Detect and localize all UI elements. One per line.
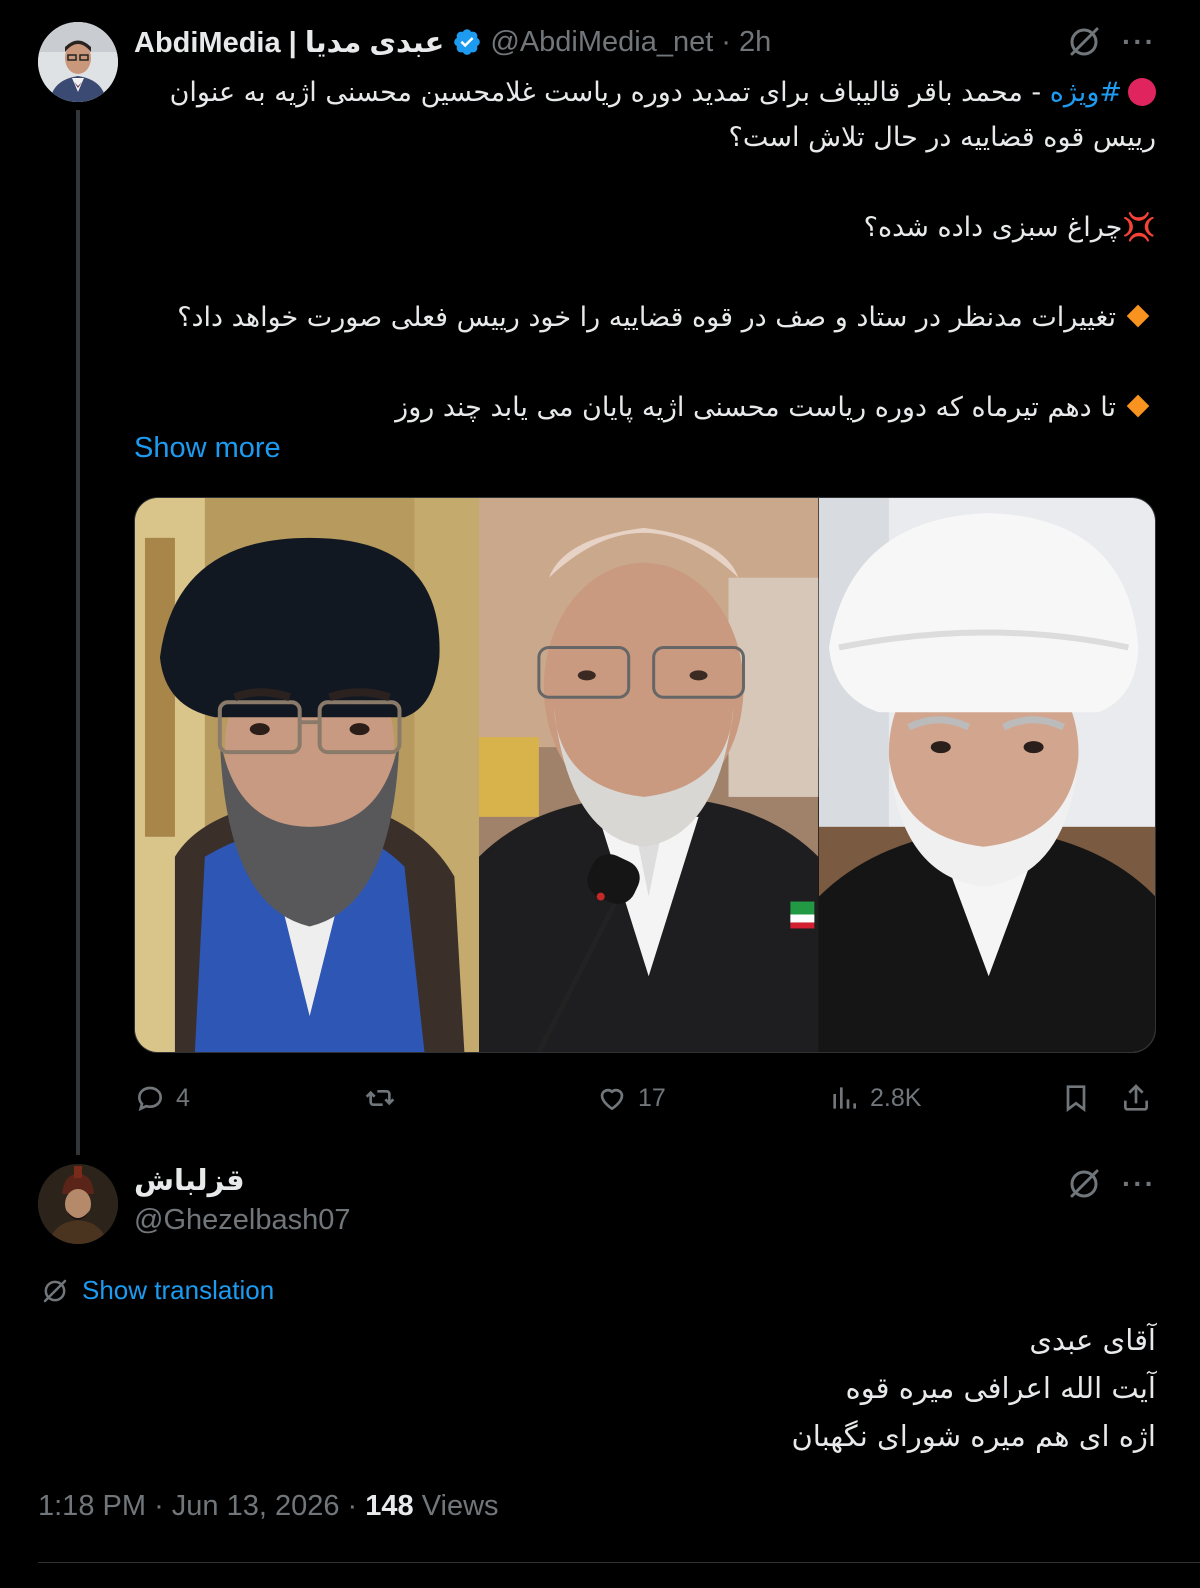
meta-separator: · xyxy=(154,1490,172,1522)
retweet-icon xyxy=(365,1090,395,1106)
reply-line-3: اژه ای هم میره شورای نگهبان xyxy=(791,1419,1156,1453)
show-translation-button[interactable]: Show translation xyxy=(40,1275,274,1306)
hashtag-link[interactable]: #ویژه xyxy=(1050,77,1122,108)
tweet-thread: AbdiMedia | عبدی مدیا @AbdiMedia_net · 2… xyxy=(0,0,1200,1588)
reply-date[interactable]: Jun 13, 2026 xyxy=(172,1490,340,1522)
more-dots-icon[interactable]: ··· xyxy=(1122,26,1156,58)
tweet-line-2: چراغ سبزی داده شده؟ xyxy=(863,212,1123,243)
separator-dot: · xyxy=(721,25,731,58)
author-display-name[interactable]: AbdiMedia | عبدی مدیا xyxy=(134,25,444,60)
photo-left-portrait xyxy=(135,498,480,1052)
photo-center-portrait xyxy=(479,498,819,1052)
like-count: 17 xyxy=(638,1083,666,1112)
tweet-action-bar: 4 17 2.8K xyxy=(134,1076,1156,1120)
reply-body: آقای عبدی آیت الله اعرافی میره قوه اژه ا… xyxy=(791,1316,1156,1460)
reply-line-2: آیت الله اعرافی میره قوه xyxy=(845,1371,1157,1405)
grok-icon[interactable] xyxy=(1066,24,1102,60)
orange-diamond-emoji-icon xyxy=(1126,304,1150,328)
orange-diamond-emoji-icon xyxy=(1126,394,1150,418)
like-button[interactable]: 17 xyxy=(596,1076,666,1120)
share-button[interactable] xyxy=(1120,1076,1152,1120)
heart-icon xyxy=(600,1088,624,1111)
reply-button[interactable]: 4 xyxy=(134,1076,190,1120)
tweet-media-image[interactable] xyxy=(134,497,1156,1053)
show-translation-label[interactable]: Show translation xyxy=(82,1275,274,1306)
reply-author-display-name[interactable]: قزلباش xyxy=(134,1163,245,1197)
view-count: 2.8K xyxy=(870,1083,922,1112)
analytics-bars-icon xyxy=(833,1087,856,1109)
thread-connector xyxy=(76,110,80,1155)
tweet-header: AbdiMedia | عبدی مدیا @AbdiMedia_net · 2… xyxy=(134,24,771,60)
more-options[interactable]: ··· xyxy=(1122,26,1156,58)
red-circle-emoji-icon xyxy=(1128,78,1156,106)
grok-icon[interactable] xyxy=(1066,1166,1102,1202)
tweet-line-1: - محمد باقر قالیباف برای تمدید دوره ریاس… xyxy=(169,77,1156,153)
tweet-line-3: تغییرات مدنظر در ستاد و صف در قوه قضاییه… xyxy=(177,302,1116,333)
tweet-paragraph-3: تغییرات مدنظر در ستاد و صف در قوه قضاییه… xyxy=(134,295,1156,340)
author-handle[interactable]: @AbdiMedia_net xyxy=(490,26,713,59)
tweet-paragraph-1: #ویژه - محمد باقر قالیباف برای تمدید دور… xyxy=(134,70,1156,160)
bookmark-button[interactable] xyxy=(1060,1076,1092,1120)
reply-count: 4 xyxy=(176,1083,190,1112)
reply-meta: 1:18 PM · Jun 13, 2026 · 148 Views xyxy=(38,1490,499,1523)
show-more-link[interactable]: Show more xyxy=(134,432,281,465)
reply-author-handle[interactable]: @Ghezelbash07 xyxy=(134,1204,350,1237)
reply-bubble-icon xyxy=(137,1086,163,1112)
reply-line-1: آقای عبدی xyxy=(1029,1323,1156,1357)
reply-views-label: Views xyxy=(421,1490,499,1522)
tweet-paragraph-2: 💢چراغ سبزی داده شده؟ xyxy=(134,205,1156,250)
tweet-timestamp[interactable]: 2h xyxy=(739,26,771,59)
share-upload-icon xyxy=(1124,1084,1148,1111)
reply-more-options[interactable]: ··· xyxy=(1122,1168,1156,1200)
reply-top-actions xyxy=(1066,1166,1102,1202)
author-avatar[interactable] xyxy=(38,22,118,102)
bottom-divider xyxy=(38,1562,1200,1563)
bookmark-icon xyxy=(1066,1085,1086,1112)
reply-views-count: 148 xyxy=(365,1490,414,1522)
more-dots-icon[interactable]: ··· xyxy=(1122,1168,1156,1200)
retweet-button[interactable] xyxy=(364,1076,396,1120)
verified-badge-icon xyxy=(454,29,481,55)
grok-translate-icon xyxy=(43,1279,67,1302)
photo-right-portrait xyxy=(818,498,1155,1052)
tweet-line-4: تا دهم تیرماه که دوره ریاست محسنی اژیه پ… xyxy=(395,392,1116,423)
views-button[interactable]: 2.8K xyxy=(828,1076,921,1120)
tweet-top-actions xyxy=(1066,24,1102,60)
reply-author-avatar[interactable] xyxy=(38,1164,118,1244)
anger-symbol-emoji-icon: 💢 xyxy=(1122,212,1156,243)
meta-separator: · xyxy=(347,1490,366,1522)
tweet-paragraph-4: تا دهم تیرماه که دوره ریاست محسنی اژیه پ… xyxy=(134,385,1156,430)
reply-time[interactable]: 1:18 PM xyxy=(38,1490,146,1522)
